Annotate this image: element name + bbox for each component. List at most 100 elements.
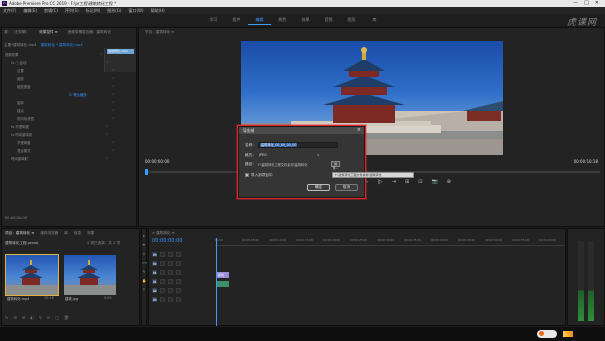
track-toggle-icon[interactable]: [160, 288, 165, 293]
tab-audio-clip-mixer[interactable]: 音频剪辑混合器：建筑转化: [68, 30, 111, 35]
workspace-tab-color[interactable]: 颜色: [271, 16, 294, 25]
tab-source[interactable]: 源：（无剪辑）: [4, 30, 29, 35]
project-item-label[interactable]: 建筑转化.mp4: [7, 296, 29, 301]
keyframe-icon[interactable]: ◇: [106, 132, 109, 136]
import-into-project-label[interactable]: 导入到项目中: [251, 173, 273, 178]
keyframe-icon[interactable]: ◇: [112, 68, 115, 72]
workspace-tab-graphics[interactable]: 图形: [340, 16, 363, 25]
taskbar-app-icon[interactable]: [537, 330, 557, 338]
menu-graphics[interactable]: 图形(G): [107, 7, 121, 14]
transport-button-icon[interactable]: ⇥: [392, 179, 396, 185]
project-toolbar-icon[interactable]: ◐: [30, 315, 34, 320]
tab-effects[interactable]: 效果: [87, 231, 94, 236]
tool-icon[interactable]: ✋: [142, 279, 146, 283]
transport-button-icon[interactable]: ⊡: [418, 179, 422, 185]
menu-marker[interactable]: 标记(M): [86, 7, 101, 14]
track-toggle-icon[interactable]: [168, 279, 173, 284]
project-item-thumbnail-image[interactable]: [64, 255, 116, 295]
transport-button-icon[interactable]: 📷: [431, 179, 437, 185]
timeline-video-clip[interactable]: 建筑: [217, 272, 229, 278]
tab-timeline-sequence[interactable]: × 建筑转化 ≡: [152, 231, 175, 236]
menu-edit[interactable]: 编辑(E): [23, 7, 37, 14]
effect-controls-timecode[interactable]: 00:00:00:00: [5, 216, 27, 220]
project-toolbar-icon[interactable]: ⊞: [22, 315, 25, 320]
ok-button[interactable]: 确定: [307, 184, 330, 191]
chevron-down-icon[interactable]: ∨: [317, 152, 319, 158]
tab-media-browser[interactable]: 媒体浏览器: [40, 231, 58, 236]
effect-property-row[interactable]: 视频效果 ◇: [5, 52, 103, 57]
tool-icon[interactable]: ◇: [142, 252, 146, 256]
program-timecode[interactable]: 00:00:00:00: [145, 159, 169, 164]
transport-button-icon[interactable]: ⊕: [447, 179, 451, 185]
track-target-button[interactable]: A1: [152, 279, 157, 284]
keyframe-icon[interactable]: ◇: [106, 60, 109, 64]
transport-button-icon[interactable]: ⊞: [405, 179, 409, 185]
input-method-icon[interactable]: [563, 331, 573, 337]
track-toggle-icon[interactable]: [168, 261, 173, 266]
effect-property-row[interactable]: 缩放宽度 ◇: [17, 84, 115, 89]
keyframe-icon[interactable]: ◇: [112, 116, 115, 120]
timeline-audio-clip[interactable]: [217, 281, 229, 287]
track-target-button[interactable]: A2: [152, 288, 157, 293]
project-toolbar-icon[interactable]: ▢: [55, 315, 59, 320]
workspace-tab-learn[interactable]: 学习: [202, 16, 225, 25]
transport-button-icon[interactable]: |▷: [377, 179, 383, 185]
track-toggle-icon[interactable]: [176, 270, 181, 275]
track-target-button[interactable]: V3: [152, 252, 157, 257]
menu-clip[interactable]: 剪辑(C): [44, 7, 58, 14]
keyframe-icon[interactable]: ◇: [106, 156, 109, 160]
track-toggle-icon[interactable]: [168, 288, 173, 293]
keyframe-icon[interactable]: ◇: [100, 52, 103, 56]
master-clip-label[interactable]: 主要*建筑转化.mp4: [4, 43, 37, 48]
import-into-project-checkbox[interactable]: [245, 173, 249, 177]
effect-property-value[interactable]: ☑ 等比缩放: [69, 92, 87, 97]
sequence-clip-label[interactable]: 建筑转化 * 建筑转化.mp4: [41, 43, 83, 48]
keyframe-icon[interactable]: ◇: [112, 76, 115, 80]
tab-program-monitor[interactable]: 节目：建筑转化 ≡: [145, 30, 174, 35]
frame-name-input[interactable]: 建筑转化_00_00_00_00: [258, 142, 338, 148]
tab-libraries[interactable]: 库: [64, 231, 68, 236]
menu-window[interactable]: 窗口(W): [128, 7, 143, 14]
track-toggle-icon[interactable]: [176, 252, 181, 257]
track-toggle-icon[interactable]: [176, 288, 181, 293]
effect-property-row[interactable]: 防闪烁滤镜 ◇: [17, 116, 115, 121]
tool-icon[interactable]: ▸: [142, 234, 146, 238]
effect-property-row[interactable]: 不透明度 ◇: [17, 140, 115, 145]
workspace-tab-assembly[interactable]: 组件: [225, 16, 248, 25]
keyframe-icon[interactable]: ◇: [112, 100, 115, 104]
tool-icon[interactable]: ✎: [142, 270, 146, 274]
effect-property-row[interactable]: fx 不透明度 ◇: [11, 124, 109, 129]
project-toolbar-icon[interactable]: ⊖: [47, 315, 50, 320]
effect-property-row[interactable]: fx 时间重映射 ◇: [11, 132, 109, 137]
format-dropdown[interactable]: JPEG: [258, 152, 316, 158]
keyframe-icon[interactable]: ◇: [112, 92, 115, 96]
keyframe-icon[interactable]: ◇: [112, 140, 115, 144]
effect-property-row[interactable]: 缩放 ◇: [17, 76, 115, 81]
effect-property-row[interactable]: 混合模式 ◇: [17, 148, 115, 153]
track-target-button[interactable]: A3: [152, 297, 157, 302]
cancel-button[interactable]: 取消: [335, 184, 358, 191]
workspace-tab-audio[interactable]: 音频: [317, 16, 340, 25]
project-toolbar-icon[interactable]: ⚲: [39, 315, 42, 320]
track-toggle-icon[interactable]: [160, 261, 165, 266]
maximize-icon[interactable]: □: [584, 0, 589, 7]
tab-effect-controls[interactable]: 效果控件 ≡: [39, 30, 58, 35]
tool-icon[interactable]: ⇹: [142, 243, 146, 247]
track-toggle-icon[interactable]: [176, 297, 181, 302]
transport-button-icon[interactable]: ▷: [364, 179, 368, 185]
browse-button[interactable]: 浏览...: [331, 161, 340, 170]
effect-property-row[interactable]: 时间重映射 ◇: [11, 156, 109, 161]
workspace-tab-effects[interactable]: 效果: [294, 16, 317, 25]
project-toolbar-icon[interactable]: 🗑: [64, 315, 69, 320]
workspace-tab-editing[interactable]: 编辑: [248, 16, 271, 25]
workspace-tab-libraries[interactable]: 库: [363, 16, 386, 25]
track-target-button[interactable]: V2: [152, 261, 157, 266]
keyframe-icon[interactable]: ◇: [112, 108, 115, 112]
track-toggle-icon[interactable]: [160, 252, 165, 257]
effect-property-row[interactable]: 旋转 ◇: [17, 100, 115, 105]
effect-property-row[interactable]: 锚点 ◇: [17, 108, 115, 113]
tool-icon[interactable]: ⟺: [142, 261, 147, 265]
close-window-icon[interactable]: ✕: [595, 0, 599, 7]
dialog-close-icon[interactable]: ×: [357, 127, 361, 134]
effect-property-row[interactable]: 位置 ◇: [17, 68, 115, 73]
